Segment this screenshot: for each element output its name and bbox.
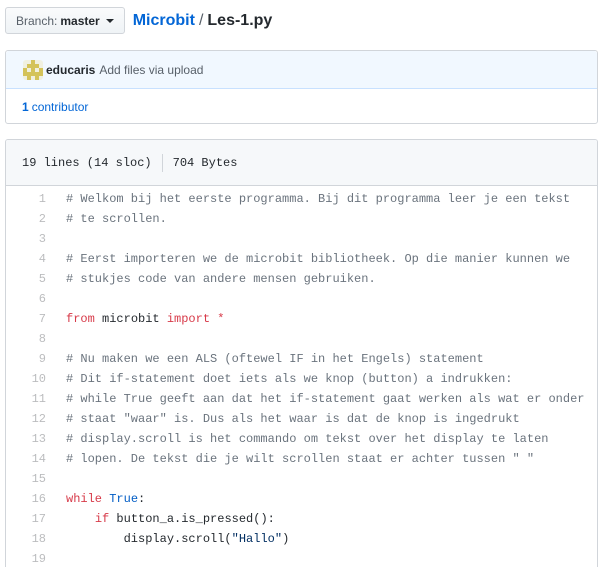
line-number[interactable]: 10 [6,369,51,389]
caret-down-icon [105,18,114,23]
file-line-count: 19 lines (14 sloc) [22,155,152,170]
code-line: 15 [6,469,597,489]
file-navigation: Branch: master Microbit / Les-1.py [5,7,272,34]
code-line: 9 # Nu maken we een ALS (oftewel IF in he… [6,349,597,369]
line-number[interactable]: 17 [6,509,51,529]
code-line: 17 if button_a.is_pressed(): [6,509,597,529]
code-line: 1 # Welkom bij het eerste programma. Bij … [6,189,597,209]
file-size: 704 Bytes [172,155,238,170]
code-line: 12 # staat "waar" is. Dus als het waar is… [6,409,597,429]
line-content: # Nu maken we een ALS (oftewel IF in het… [66,352,484,366]
line-number[interactable]: 11 [6,389,51,409]
line-content [51,229,66,249]
contributor-count: 1 [22,99,29,114]
commit-author-link[interactable]: educaris [46,63,95,77]
line-number[interactable]: 15 [6,469,51,489]
line-number[interactable]: 1 [6,189,51,209]
line-number[interactable]: 13 [6,429,51,449]
code-line: 16 while True: [6,489,597,509]
code-line: 2 # te scrollen. [6,209,597,229]
line-content: # stukjes code van andere mensen gebruik… [66,272,376,286]
file-info-header: 19 lines (14 sloc) 704 Bytes [6,140,597,186]
breadcrumb-file-name: Les-1.py [207,11,273,29]
line-content: # lopen. De tekst die je wilt scrollen s… [66,452,535,466]
commit-message-link[interactable]: Add files via upload [99,63,203,77]
line-number[interactable]: 19 [6,549,51,567]
breadcrumb-separator: / [198,11,204,29]
line-number[interactable]: 16 [6,489,51,509]
branch-label: Branch: [16,13,58,28]
contributor-label: contributor [31,99,89,114]
line-number[interactable]: 14 [6,449,51,469]
line-number[interactable]: 3 [6,229,51,249]
line-content: # Eerst importeren we de microbit biblio… [66,252,571,266]
code-line: 14 # lopen. De tekst die je wilt scrollen… [6,449,597,469]
branch-name: master [60,13,100,28]
code-line: 19 [6,549,597,567]
code-line: 13 # display.scroll is het commando om te… [6,429,597,449]
line-number[interactable]: 2 [6,209,51,229]
line-number[interactable]: 6 [6,289,51,309]
line-content: # staat "waar" is. Dus als het waar is d… [66,412,520,426]
line-number[interactable]: 9 [6,349,51,369]
line-number[interactable]: 5 [6,269,51,289]
line-number[interactable]: 12 [6,409,51,429]
line-content: display.scroll("Hallo") [66,532,290,546]
code-line: 6 [6,289,597,309]
line-content: # while True geeft aan dat het if-statem… [66,392,585,406]
file-viewer: 19 lines (14 sloc) 704 Bytes 1 # Welkom b… [5,139,598,567]
line-content [51,289,66,309]
code-line: 8 [6,329,597,349]
code-line: 5 # stukjes code van andere mensen gebrui… [6,269,597,289]
branch-select-button[interactable]: Branch: master [5,7,125,34]
avatar-identicon[interactable] [23,59,43,80]
breadcrumb: Microbit / Les-1.py [133,12,273,30]
code-line: 7 from microbit import * [6,309,597,329]
line-number[interactable]: 18 [6,529,51,549]
line-content [51,329,66,349]
line-content: # te scrollen. [66,212,167,226]
code-line: 11 # while True geeft aan dat het if-stat… [6,389,597,409]
code-line: 10 # Dit if-statement doet iets als we kn… [6,369,597,389]
line-content [51,549,66,567]
line-content: if button_a.is_pressed(): [94,512,275,526]
line-number[interactable]: 7 [6,309,51,329]
line-content: while True: [66,492,146,506]
line-content: # Dit if-statement doet iets als we knop… [66,372,513,386]
code-line: 4 # Eerst importeren we de microbit bibli… [6,249,597,269]
code-blob: 1 # Welkom bij het eerste programma. Bij … [6,186,597,567]
code-line: 18 display.scroll("Hallo") [6,529,597,549]
line-number[interactable]: 8 [6,329,51,349]
line-content: # Welkom bij het eerste programma. Bij d… [66,192,571,206]
breadcrumb-repo-link[interactable]: Microbit [133,12,195,30]
commit-tease: educaris Add files via upload 1 contribu… [5,50,598,124]
line-content: from microbit import * [66,312,225,326]
line-content: # display.scroll is het commando om teks… [66,432,549,446]
file-info-divider [161,153,163,172]
code-line: 3 [6,229,597,249]
contributors-link[interactable]: 1 contributor [6,89,597,124]
latest-commit: educaris Add files via upload [6,51,597,89]
line-number[interactable]: 4 [6,249,51,269]
line-content [51,469,66,489]
